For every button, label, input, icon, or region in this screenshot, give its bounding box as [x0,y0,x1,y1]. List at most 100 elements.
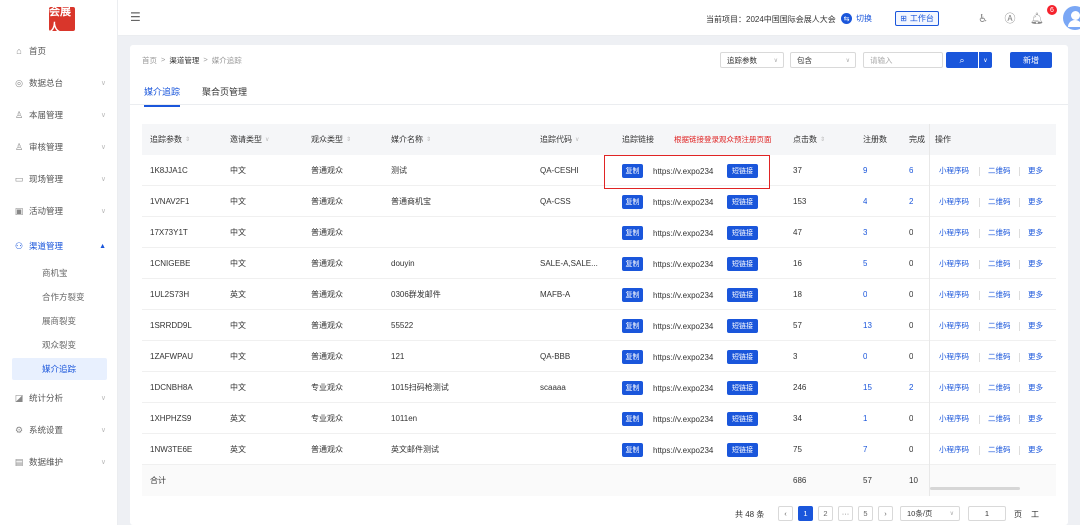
page-1[interactable]: 1 [798,506,813,521]
switch-project-button[interactable]: ⇆ 切换 [841,11,872,26]
sidebar-item-stats[interactable]: ◪ 统计分析 ∨ [0,385,118,411]
sidebar-subitem-partner-fission[interactable]: 合作方裂变 [0,286,118,308]
brand-logo[interactable]: 会展人 [49,5,75,34]
more-link[interactable]: 更多 [1028,155,1043,186]
breadcrumb-channel[interactable]: 渠道管理 [169,55,199,66]
column-header-audience-type[interactable]: 观众类型 ⇕ [311,124,351,155]
mini-program-code-link[interactable]: 小程序码 [939,279,969,310]
sidebar-subitem-audience-fission[interactable]: 观众裂变 [0,334,118,356]
search-button[interactable]: ⌕ [946,52,978,68]
prev-page-button[interactable]: ‹ [778,506,793,521]
search-options-button[interactable]: ∨ [979,52,992,68]
sidebar-subitem-media-tracking[interactable]: 媒介追踪 [12,358,107,380]
page-2[interactable]: 2 [818,506,833,521]
workbench-button[interactable]: ⊞ 工作台 [895,11,939,26]
sidebar-item-dashboard[interactable]: ◎ 数据总台 ∨ [0,70,118,96]
mini-program-code-link[interactable]: 小程序码 [939,403,969,434]
copy-button[interactable]: 复制 [622,443,643,457]
registrations-cell[interactable]: 0 [863,341,867,372]
horizontal-scrollbar[interactable] [930,487,1020,490]
more-link[interactable]: 更多 [1028,186,1043,217]
short-link-button[interactable]: 短链接 [727,226,758,240]
mini-program-code-link[interactable]: 小程序码 [939,186,969,217]
qrcode-link[interactable]: 二维码 [988,403,1011,434]
column-header-clicks[interactable]: 点击数 ⇕ [793,124,825,155]
column-header-media-name[interactable]: 媒介名称 ⇕ [391,124,431,155]
mini-program-code-link[interactable]: 小程序码 [939,248,969,279]
column-header-param[interactable]: 追踪参数 ⇕ [150,124,190,155]
qrcode-link[interactable]: 二维码 [988,310,1011,341]
copy-button[interactable]: 复制 [622,257,643,271]
more-link[interactable]: 更多 [1028,434,1043,465]
mini-program-code-link[interactable]: 小程序码 [939,310,969,341]
qrcode-link[interactable]: 二维码 [988,186,1011,217]
more-link[interactable]: 更多 [1028,403,1043,434]
sidebar-item-channel[interactable]: ⚇ 渠道管理 ▲ [0,233,118,259]
short-link-button[interactable]: 短链接 [727,319,758,333]
registrations-cell[interactable]: 0 [863,279,867,310]
qrcode-link[interactable]: 二维码 [988,155,1011,186]
sidebar-item-onsite[interactable]: ▭ 现场管理 ∨ [0,166,118,192]
page-size-select[interactable]: 10条/页 ∨ [900,506,960,521]
qrcode-link[interactable]: 二维码 [988,217,1011,248]
short-link-button[interactable]: 短链接 [727,288,758,302]
breadcrumb-home[interactable]: 首页 [142,55,157,66]
mini-program-code-link[interactable]: 小程序码 [939,434,969,465]
completed-cell[interactable]: 2 [909,372,913,403]
copy-button[interactable]: 复制 [622,412,643,426]
short-link-button[interactable]: 短链接 [727,195,758,209]
bell-icon[interactable]: 🔔︎ [1030,11,1044,25]
copy-button[interactable]: 复制 [622,350,643,364]
short-link-button[interactable]: 短链接 [727,381,758,395]
filter-dropdown-icon[interactable]: ∨ [265,136,269,143]
registrations-cell[interactable]: 3 [863,217,867,248]
more-link[interactable]: 更多 [1028,248,1043,279]
qrcode-link[interactable]: 二维码 [988,372,1011,403]
registrations-cell[interactable]: 13 [863,310,872,341]
column-header-tracking-code[interactable]: 追踪代码 ∨ [540,124,579,155]
registrations-cell[interactable]: 5 [863,248,867,279]
registrations-cell[interactable]: 9 [863,155,867,186]
language-icon[interactable]: Ⓐ [1003,11,1017,25]
more-link[interactable]: 更多 [1028,217,1043,248]
copy-button[interactable]: 复制 [622,195,643,209]
qrcode-link[interactable]: 二维码 [988,434,1011,465]
registrations-cell[interactable]: 7 [863,434,867,465]
sort-icon[interactable]: ⇕ [426,136,431,143]
sidebar-item-audit[interactable]: ♙ 审核管理 ∨ [0,134,118,160]
more-link[interactable]: 更多 [1028,341,1043,372]
sort-icon[interactable]: ⇕ [820,136,825,143]
search-field-select[interactable]: 追踪参数 ∨ [720,52,784,68]
sidebar-item-edition[interactable]: ♙ 本届管理 ∨ [0,102,118,128]
copy-button[interactable]: 复制 [622,226,643,240]
next-page-button[interactable]: › [878,506,893,521]
sidebar-item-activity[interactable]: ▣ 活动管理 ∨ [0,198,118,224]
registrations-cell[interactable]: 4 [863,186,867,217]
sidebar-item-home[interactable]: ⌂ 首页 [0,38,118,64]
menu-collapse-icon[interactable]: ☰ [130,11,143,23]
mini-program-code-link[interactable]: 小程序码 [939,341,969,372]
copy-button[interactable]: 复制 [622,381,643,395]
copy-button[interactable]: 复制 [622,319,643,333]
qrcode-link[interactable]: 二维码 [988,248,1011,279]
page-5[interactable]: 5 [858,506,873,521]
sidebar-item-settings[interactable]: ⚙ 系统设置 ∨ [0,417,118,443]
more-link[interactable]: 更多 [1028,310,1043,341]
mini-program-code-link[interactable]: 小程序码 [939,155,969,186]
filter-dropdown-icon[interactable]: ∨ [575,136,579,143]
completed-cell[interactable]: 2 [909,186,913,217]
column-header-invite-type[interactable]: 邀请类型 ∨ [230,124,269,155]
copy-button[interactable]: 复制 [622,288,643,302]
more-link[interactable]: 更多 [1028,279,1043,310]
search-operator-select[interactable]: 包含 ∨ [790,52,856,68]
page-jump-input[interactable]: 1 [968,506,1006,521]
sidebar-subitem-business[interactable]: 商机宝 [0,262,118,284]
short-link-button[interactable]: 短链接 [727,350,758,364]
qrcode-link[interactable]: 二维码 [988,341,1011,372]
qrcode-link[interactable]: 二维码 [988,279,1011,310]
mini-program-code-link[interactable]: 小程序码 [939,372,969,403]
sort-icon[interactable]: ⇕ [185,136,190,143]
short-link-button[interactable]: 短链接 [727,257,758,271]
sidebar-item-maintenance[interactable]: ▤ 数据维护 ∨ [0,449,118,475]
page-ellipsis[interactable]: ··· [838,506,853,521]
